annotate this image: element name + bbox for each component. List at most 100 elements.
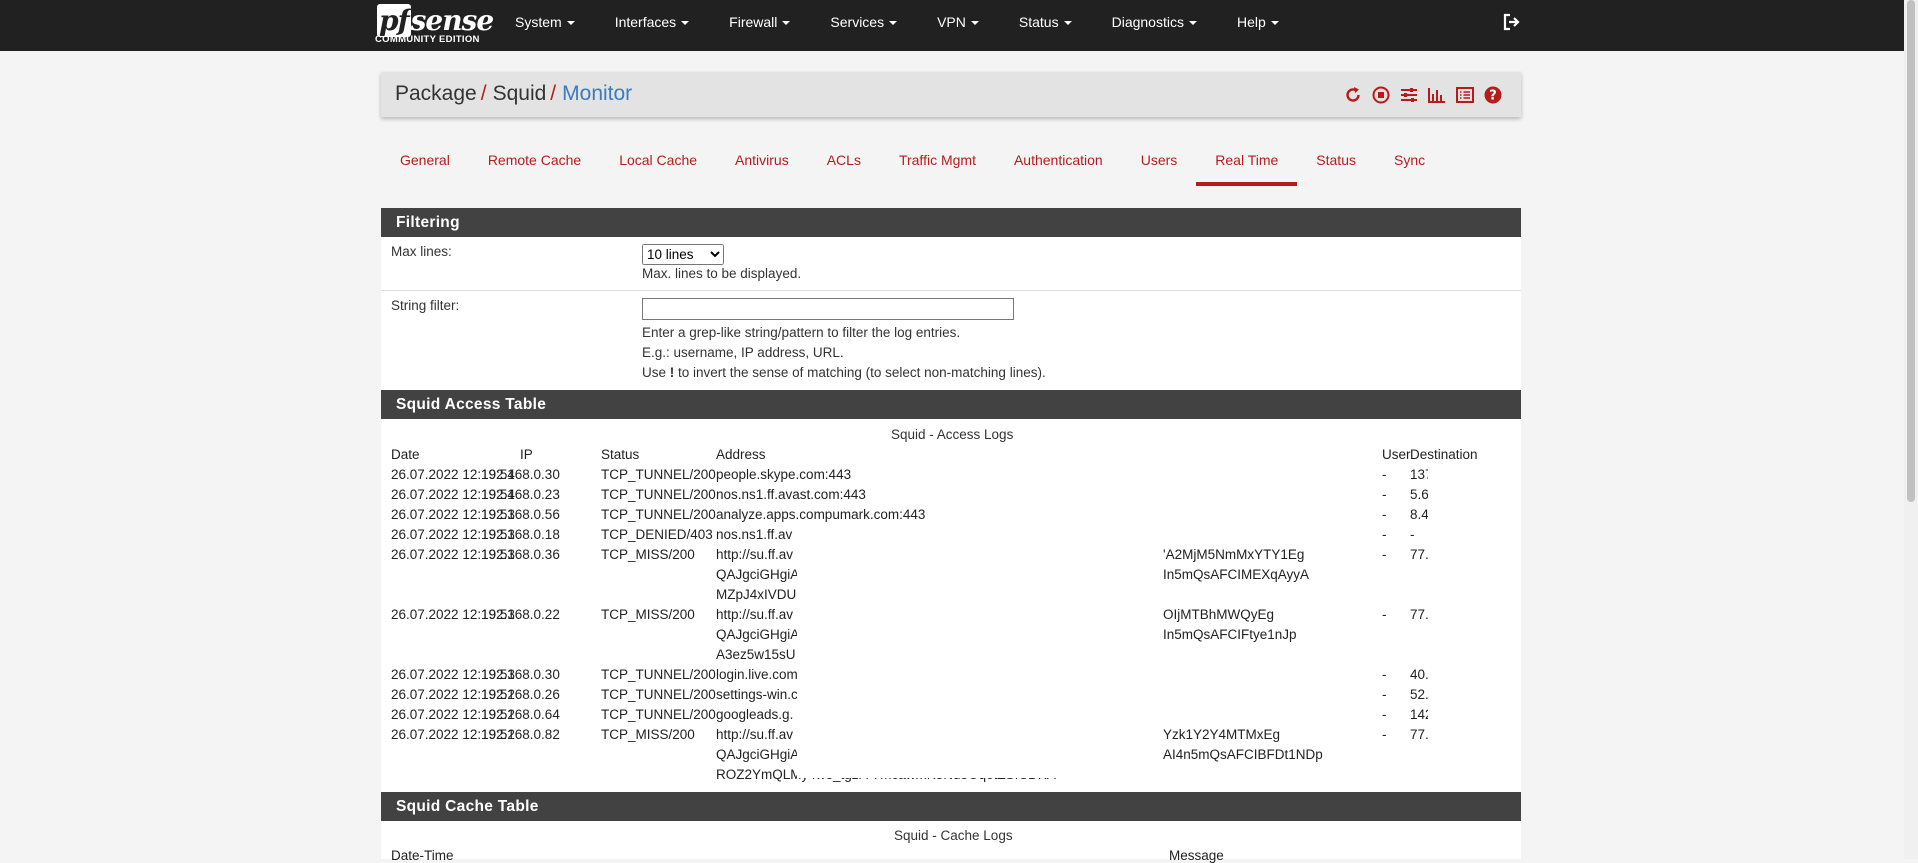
nav-menu-services[interactable]: Services: [810, 0, 917, 44]
scrollbar-thumb[interactable]: [1907, 0, 1915, 502]
tab-antivirus[interactable]: Antivirus: [716, 140, 808, 185]
row-divider: [381, 290, 1521, 291]
cell-user: -: [1382, 507, 1387, 522]
cell-status: TCP_TUNNEL/200: [601, 707, 716, 722]
cell-status: TCP_TUNNEL/200: [601, 687, 716, 702]
tab-sync[interactable]: Sync: [1375, 140, 1444, 185]
cell-user: -: [1382, 487, 1387, 502]
top-navbar: pfsense COMMUNITY EDITION System Interfac…: [0, 0, 1904, 51]
cell-ip: 192.168.0.30: [481, 467, 560, 482]
tab-status[interactable]: Status: [1297, 140, 1375, 185]
cell-address: http://su.ff.av: [716, 547, 794, 562]
breadcrumb-current[interactable]: Monitor: [562, 82, 632, 105]
tab-local-cache[interactable]: Local Cache: [600, 140, 716, 185]
cell-destination: -: [1410, 527, 1415, 542]
logout-icon[interactable]: [1503, 13, 1521, 31]
cell-user: -: [1382, 707, 1387, 722]
stop-circle-icon[interactable]: [1371, 85, 1391, 105]
cell-user: -: [1382, 467, 1387, 482]
cell-address: login.live.com: [716, 667, 798, 682]
breadcrumb-panel: Package / Squid / Monitor ?: [381, 72, 1521, 117]
tab-users[interactable]: Users: [1122, 140, 1197, 185]
cell-user: -: [1382, 687, 1387, 702]
redaction-block: [918, 489, 1163, 507]
svg-text:?: ?: [1489, 89, 1497, 104]
max-lines-select[interactable]: 10 lines: [642, 244, 724, 265]
main-menu: System Interfaces Firewall Services VPN Statu…: [495, 0, 1299, 51]
cell-destination: 8.4: [1410, 507, 1429, 522]
cell-address: analyze.apps.compumark.com:443: [716, 507, 926, 522]
refresh-icon[interactable]: [1343, 85, 1363, 105]
cell-address: settings-win.c: [716, 687, 798, 702]
col-header-address: Address: [716, 447, 766, 462]
nav-menu-interfaces[interactable]: Interfaces: [595, 0, 709, 44]
cell-status: TCP_TUNNEL/200: [601, 467, 716, 482]
cell-address-tail: 'A2MjM5NmMxYTY1Eg: [1163, 547, 1305, 562]
max-lines-help: Max. lines to be displayed.: [642, 266, 802, 281]
cell-address: googleads.g.: [716, 707, 794, 722]
cell-address: QAJgciGHgiA: [716, 627, 800, 642]
sliders-icon[interactable]: [1399, 85, 1419, 105]
breadcrumb-separator: /: [480, 82, 487, 105]
nav-menu-label: Status: [1018, 14, 1059, 30]
col-header-message: Message: [1169, 848, 1224, 863]
filter-help-1: Enter a grep-like string/pattern to filt…: [642, 325, 961, 340]
cell-address-tail: In5mQsAFCIMEXqAyyA: [1163, 567, 1310, 582]
cache-table-header: Squid Cache Table: [381, 792, 1521, 821]
help-icon[interactable]: ?: [1483, 85, 1503, 105]
breadcrumb-squid: Squid: [492, 82, 547, 105]
col-header-destination: Destination: [1410, 447, 1478, 462]
nav-menu-vpn[interactable]: VPN: [917, 0, 999, 44]
cell-status: TCP_TUNNEL/200: [601, 667, 716, 682]
cell-status: TCP_DENIED/403: [601, 527, 713, 542]
col-header-status: Status: [601, 447, 640, 462]
cache-table-caption: Squid - Cache Logs: [894, 828, 1013, 843]
caret-down-icon: [1063, 21, 1072, 26]
nav-menu-help[interactable]: Help: [1217, 0, 1299, 44]
cell-user: -: [1382, 607, 1387, 622]
cell-address: nos.ns1.ff.avast.com:443: [716, 487, 866, 502]
nav-menu-system[interactable]: System: [495, 0, 595, 44]
cell-address: MZpJ4xIVDU: [716, 587, 797, 602]
col-header-datetime: Date-Time: [391, 848, 454, 863]
list-icon[interactable]: [1455, 85, 1475, 105]
cell-user: -: [1382, 547, 1387, 562]
cell-status: TCP_TUNNEL/200: [601, 507, 716, 522]
tab-traffic-mgmt[interactable]: Traffic Mgmt: [880, 140, 995, 185]
tab-real-time[interactable]: Real Time: [1196, 140, 1298, 186]
tab-acls[interactable]: ACLs: [808, 140, 880, 185]
cell-address: A3ez5w15sU: [716, 647, 796, 662]
nav-menu-label: System: [515, 14, 562, 30]
nav-menu-status[interactable]: Status: [999, 0, 1092, 44]
cell-ip: 192.168.0.82: [481, 727, 560, 742]
col-header-user: User: [1382, 447, 1411, 462]
cell-address: QAJgciGHgiA: [716, 747, 800, 762]
tab-authentication[interactable]: Authentication: [995, 140, 1122, 185]
filter-help-3: Use ! to invert the sense of matching (t…: [642, 365, 1046, 380]
string-filter-input[interactable]: [642, 298, 1014, 320]
cell-status: TCP_MISS/200: [601, 727, 695, 742]
cell-ip: 192.168.0.26: [481, 687, 560, 702]
nav-menu-label: Firewall: [729, 14, 778, 30]
caret-down-icon: [566, 21, 575, 26]
cell-user: -: [1382, 527, 1387, 542]
tab-general[interactable]: General: [381, 140, 469, 185]
page-actions: ?: [1343, 85, 1503, 105]
caret-down-icon: [1188, 21, 1197, 26]
caret-down-icon: [970, 21, 979, 26]
nav-menu-diagnostics[interactable]: Diagnostics: [1092, 0, 1217, 44]
col-header-date: Date: [391, 447, 420, 462]
logo-subtitle: COMMUNITY EDITION: [375, 34, 480, 45]
page-scrollbar[interactable]: [1904, 0, 1918, 859]
pfsense-logo[interactable]: pfsense COMMUNITY EDITION: [375, 4, 494, 46]
nav-menu-firewall[interactable]: Firewall: [709, 0, 810, 44]
filtering-panel-header: Filtering: [381, 208, 1521, 237]
cell-address: http://su.ff.av: [716, 607, 794, 622]
chart-icon[interactable]: [1427, 85, 1447, 105]
tab-remote-cache[interactable]: Remote Cache: [469, 140, 600, 185]
max-lines-label: Max lines:: [391, 244, 452, 259]
redaction-block: [1428, 467, 1521, 778]
cell-destination: 77.: [1410, 607, 1429, 622]
cell-user: -: [1382, 727, 1387, 742]
caret-down-icon: [1270, 21, 1279, 26]
